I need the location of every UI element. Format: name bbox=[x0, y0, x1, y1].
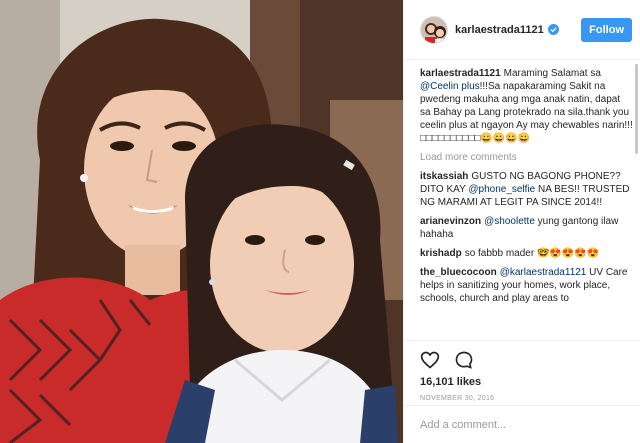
post-actions: 16,101 likes NOVEMBER 30, 2016 bbox=[404, 340, 640, 402]
caption-username[interactable]: karlaestrada1121 bbox=[420, 68, 501, 79]
load-more-comments-link[interactable]: Load more comments bbox=[420, 151, 633, 164]
caption-mention[interactable]: @Ceelin plus bbox=[420, 81, 480, 92]
header-username[interactable]: karlaestrada1121 bbox=[455, 24, 544, 36]
instagram-post: karlaestrada1121 Follow karlaestrada1121… bbox=[0, 0, 640, 443]
post-date[interactable]: NOVEMBER 30, 2016 bbox=[420, 395, 625, 402]
heart-icon[interactable] bbox=[420, 350, 440, 370]
comments-list[interactable]: karlaestrada1121 Maraming Salamat sa @Cee… bbox=[404, 61, 640, 340]
comment-mention[interactable]: @karlaestrada1121 bbox=[500, 267, 587, 278]
comment-username[interactable]: arianevinzon bbox=[420, 216, 481, 227]
avatar-image-icon bbox=[421, 16, 447, 43]
add-comment-input[interactable] bbox=[420, 418, 625, 431]
post-side-panel: karlaestrada1121 Follow karlaestrada1121… bbox=[403, 0, 640, 443]
post-photo[interactable] bbox=[0, 0, 403, 443]
photo-illustration bbox=[0, 0, 403, 443]
comment-bubble-icon[interactable] bbox=[454, 350, 474, 370]
action-icons bbox=[420, 347, 625, 373]
comment-username[interactable]: the_bluecocoon bbox=[420, 267, 497, 278]
avatar[interactable] bbox=[420, 15, 448, 44]
comment-item: arianevinzon @shoolette yung gantong ilaw… bbox=[420, 215, 633, 241]
comment-mention[interactable]: @phone_selfie bbox=[468, 184, 535, 195]
follow-button[interactable]: Follow bbox=[581, 17, 632, 42]
add-comment-bar bbox=[404, 405, 640, 443]
comment-text-before: so fabbb mader 🤓😍😍😍😍 bbox=[464, 248, 600, 259]
comment-item: itskassiah GUSTO NG BAGONG PHONE?? DITO K… bbox=[420, 170, 633, 209]
verified-badge-icon bbox=[547, 24, 559, 35]
comment-item: krishadp so fabbb mader 🤓😍😍😍😍 bbox=[420, 247, 633, 260]
comments-scrollbar[interactable] bbox=[635, 64, 638, 154]
comment-username[interactable]: krishadp bbox=[420, 248, 462, 259]
post-header: karlaestrada1121 Follow bbox=[404, 0, 640, 60]
comment-item: the_bluecocoon @karlaestrada1121 UV Care … bbox=[420, 266, 633, 305]
caption: karlaestrada1121 Maraming Salamat sa @Cee… bbox=[420, 67, 633, 145]
likes-count[interactable]: 16,101 likes bbox=[420, 376, 625, 388]
comment-mention[interactable]: @shoolette bbox=[484, 216, 535, 227]
caption-text-before: Maraming Salamat sa bbox=[503, 68, 601, 79]
comment-username[interactable]: itskassiah bbox=[420, 171, 468, 182]
